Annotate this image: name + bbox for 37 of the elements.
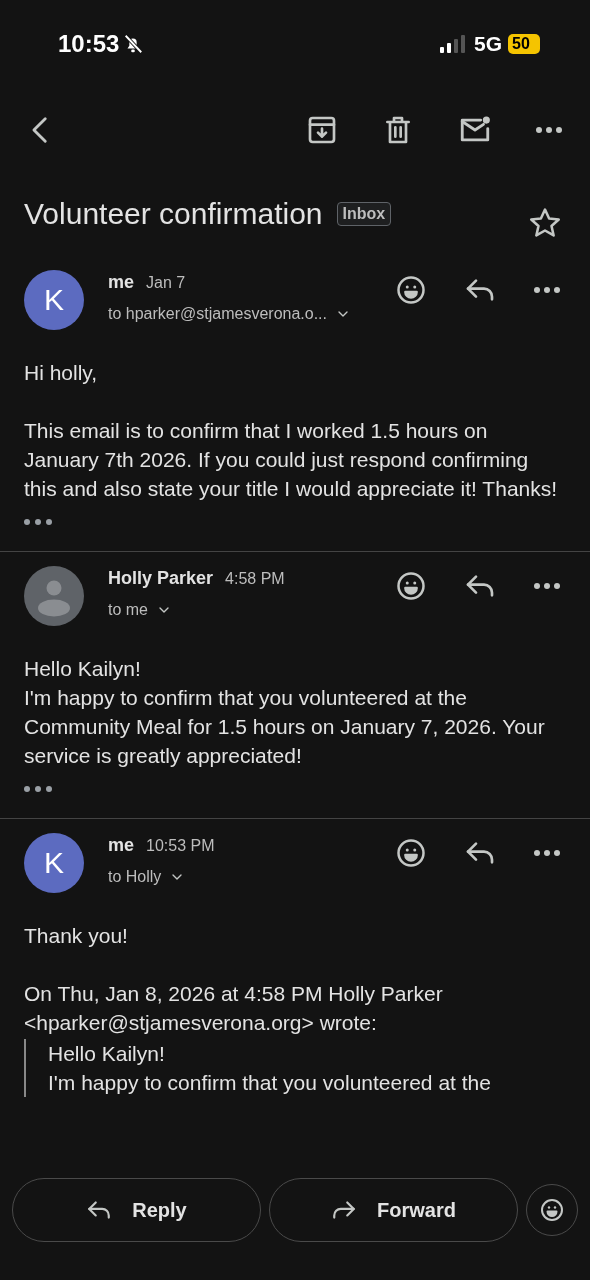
sender-name: me (108, 835, 134, 856)
quoted-text: Hello Kailyn! I'm happy to confirm that you volunteered at the (24, 1039, 590, 1097)
emoji-icon[interactable] (396, 838, 426, 868)
network-label: 5G (474, 32, 502, 56)
message-time: 10:53 PM (146, 837, 215, 855)
inbox-label[interactable]: Inbox (336, 202, 392, 226)
message-time: Jan 7 (146, 274, 186, 292)
more-icon[interactable] (536, 127, 562, 133)
more-icon[interactable] (534, 287, 560, 293)
status-time: 10:53 (58, 30, 120, 58)
star-icon[interactable] (528, 206, 562, 240)
recipient-label[interactable]: to Holly (108, 868, 162, 886)
react-button[interactable] (526, 1184, 578, 1236)
forward-button[interactable]: Forward (269, 1178, 518, 1242)
sender-name: Holly Parker (108, 568, 214, 589)
sender-name: me (108, 272, 134, 293)
avatar: K (24, 270, 84, 330)
message-body: Hi holly, This email is to confirm that I worked 1.5 hours on January 7th 2026. If you could just respond confirming this and also state your title I would appreciate it! Thanks! (24, 360, 559, 502)
archive-icon[interactable] (306, 114, 338, 146)
message-body: Thank you! On Thu, Jan 8, 2026 at 4:58 PM Holly Parker <hparker@stjamesverona.org> wrote: (24, 923, 444, 1036)
more-icon[interactable] (534, 583, 560, 589)
ellipsis-icon[interactable] (24, 519, 52, 525)
emoji-icon[interactable] (540, 1198, 564, 1222)
more-icon[interactable] (534, 850, 560, 856)
signal-icon (440, 35, 466, 53)
ellipsis-icon[interactable] (24, 786, 52, 792)
emoji-icon[interactable] (396, 275, 426, 305)
recipient-label[interactable]: to me (108, 601, 148, 619)
message-body: Hello Kailyn! I'm happy to confirm that you volunteered at the Community Meal for 1.5 hours on January 7, 2026. Your service is greatly appreciated! (24, 656, 546, 769)
emoji-icon[interactable] (396, 571, 426, 601)
battery-indicator: 50 (508, 34, 540, 54)
avatar (24, 566, 84, 626)
email-subject: Volunteer confirmation (24, 197, 323, 231)
reply-button[interactable]: Reply (12, 1178, 261, 1242)
message-time: 4:58 PM (225, 570, 285, 588)
recipient-label[interactable]: to hparker@stjamesverona.o... (108, 305, 327, 323)
avatar: K (24, 833, 84, 893)
